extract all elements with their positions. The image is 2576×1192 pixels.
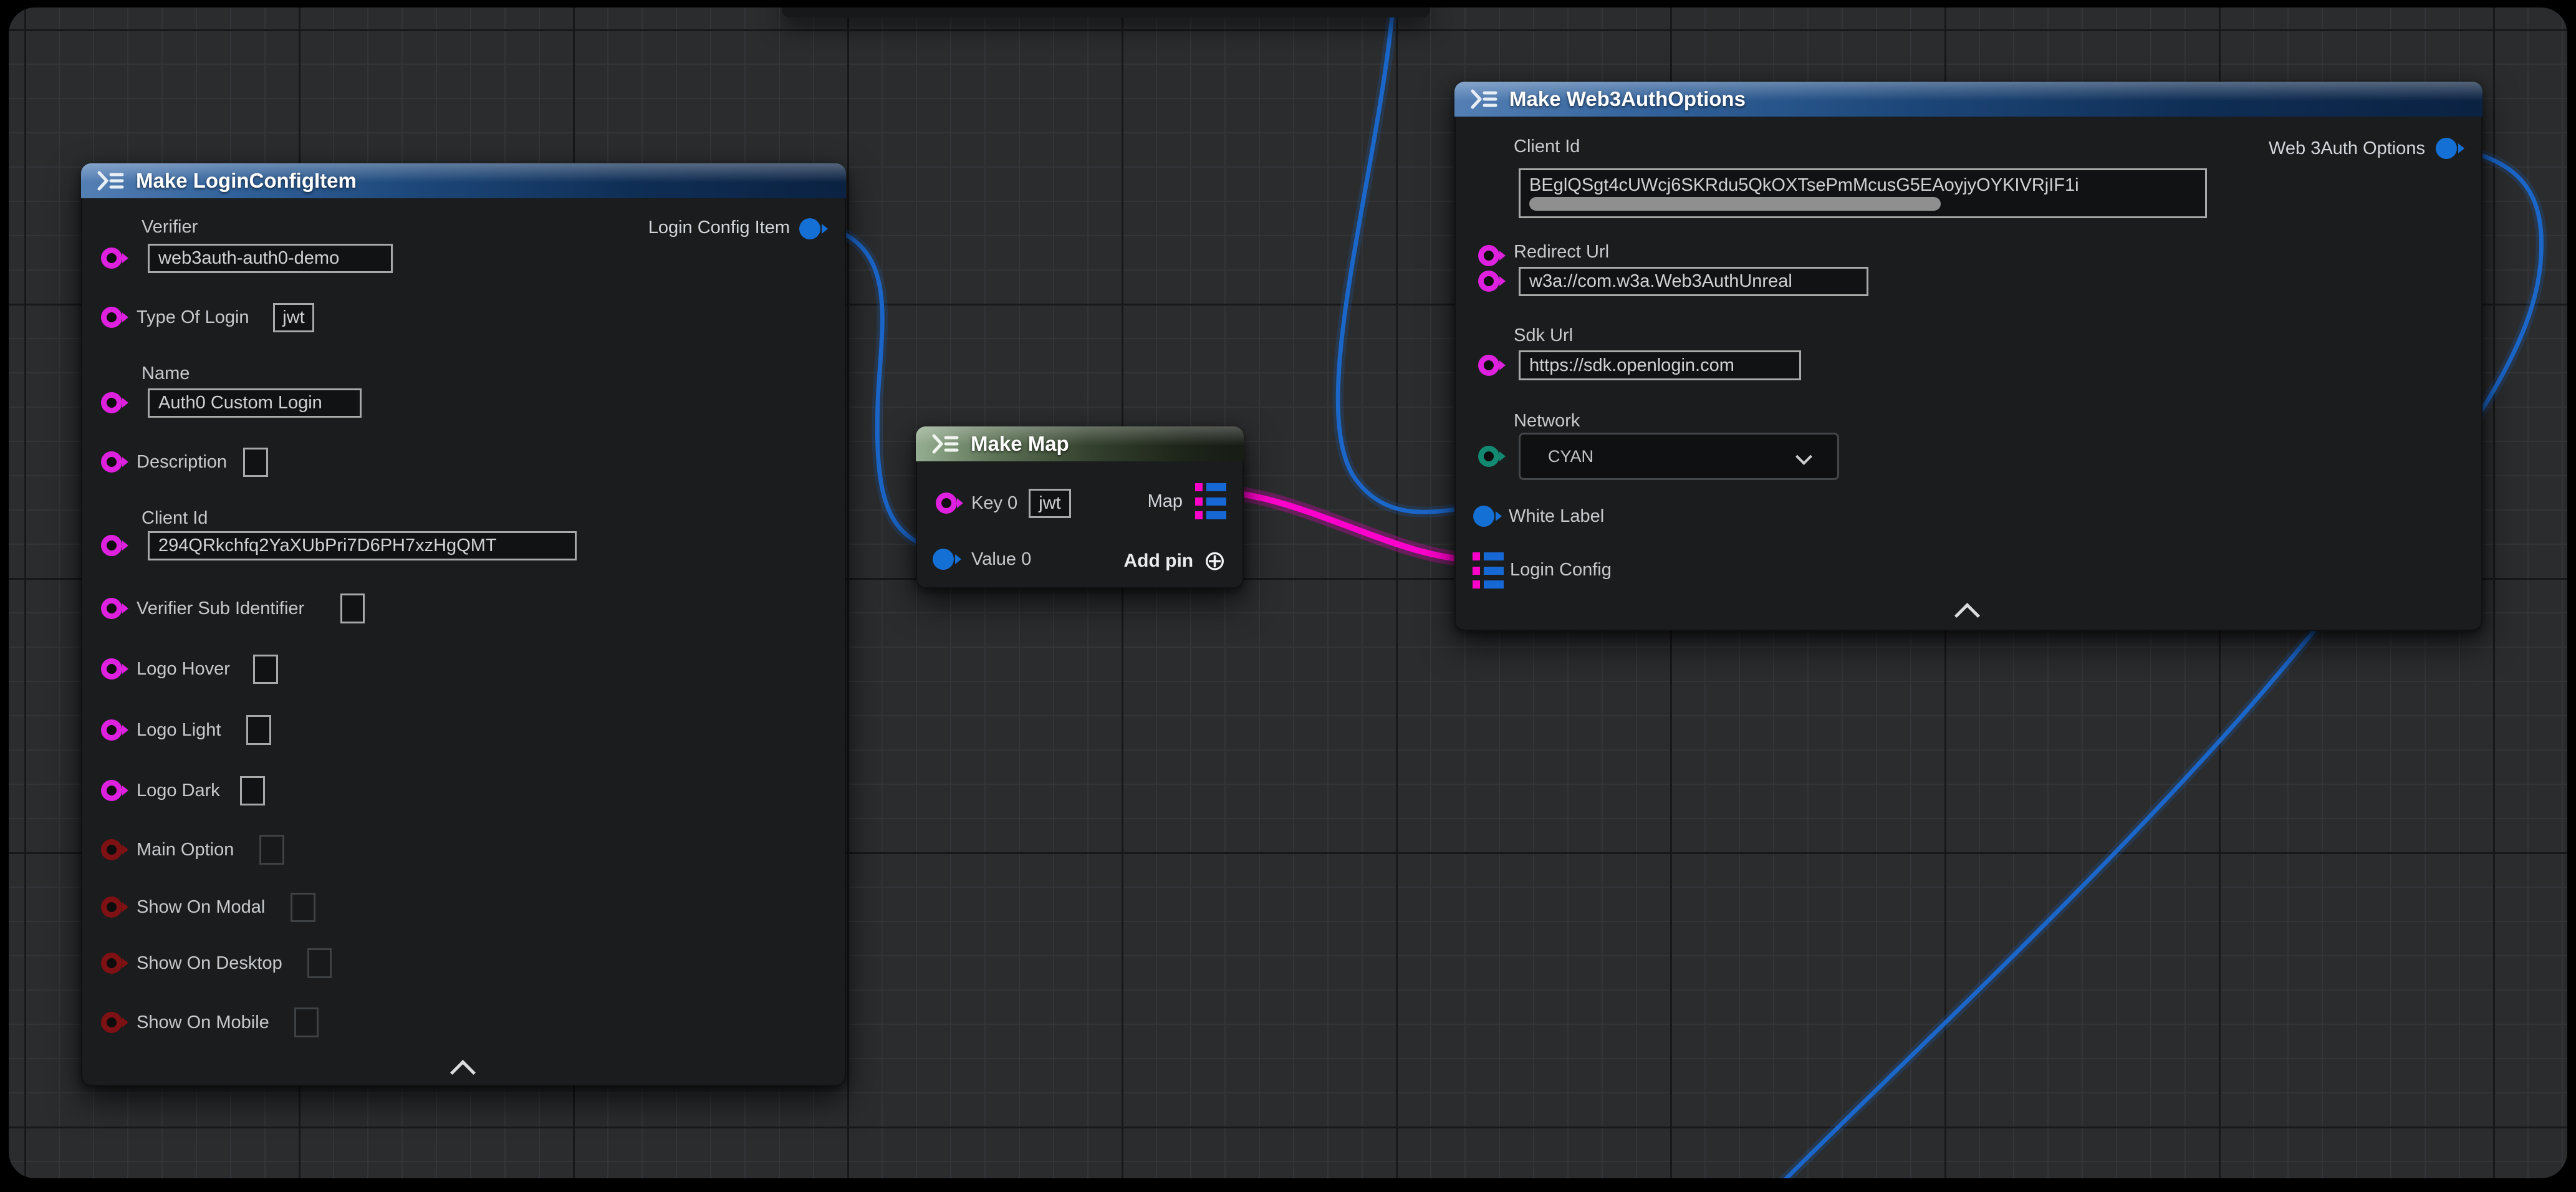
sdk-url-label: Sdk Url (1514, 326, 1573, 346)
login-config-item-output-pin[interactable] (799, 218, 820, 239)
key0-pin[interactable] (936, 493, 957, 514)
sdk-url-input[interactable]: https://sdk.openlogin.com (1519, 350, 1801, 380)
type-of-login-pin[interactable] (101, 307, 122, 328)
login-config-label: Login Config (1510, 560, 1612, 580)
show-on-modal-pin[interactable] (101, 896, 122, 918)
logo-dark-pin[interactable] (101, 780, 122, 801)
make-loginconfigitem-node[interactable]: Make LoginConfigItem Login Config Item V… (81, 163, 846, 1086)
name-input[interactable]: Auth0 Custom Login (148, 388, 362, 418)
client-id-pin[interactable] (1478, 245, 1499, 266)
show-on-modal-checkbox[interactable] (291, 893, 315, 922)
name-pin[interactable] (101, 392, 122, 413)
make-map-icon (931, 433, 959, 455)
network-pin[interactable] (1478, 446, 1499, 467)
verifier-sub-identifier-input[interactable] (340, 594, 365, 623)
verifier-input[interactable]: web3auth-auth0-demo (148, 244, 393, 273)
main-option-checkbox[interactable] (259, 835, 284, 865)
web3auth-options-output-pin[interactable] (2436, 138, 2457, 159)
verifier-sub-identifier-label: Verifier Sub Identifier (137, 599, 304, 619)
redirect-url-label: Redirect Url (1514, 243, 1609, 262)
make-struct-icon (1469, 88, 1498, 110)
type-of-login-input[interactable]: jwt (273, 303, 314, 332)
show-on-mobile-label: Show On Mobile (137, 1013, 269, 1033)
node-header[interactable]: Make Web3AuthOptions (1454, 82, 2482, 117)
show-on-desktop-label: Show On Desktop (137, 954, 282, 974)
offscreen-node-partial[interactable] (782, 7, 1430, 17)
logo-hover-pin[interactable] (101, 658, 122, 680)
verifier-pin[interactable] (101, 248, 122, 269)
value0-pin[interactable] (933, 549, 954, 570)
white-label-pin[interactable] (1473, 506, 1494, 527)
network-selected-value: CYAN (1548, 447, 1593, 466)
client-id-scrollbar[interactable] (1529, 197, 1941, 211)
node-title: Make Web3AuthOptions (1509, 87, 1746, 111)
show-on-mobile-checkbox[interactable] (294, 1007, 319, 1037)
redirect-url-input[interactable]: w3a://com.w3a.Web3AuthUnreal (1519, 267, 1868, 296)
wire-glow (1338, 7, 1469, 512)
make-web3authoptions-node[interactable]: Make Web3AuthOptions Web 3Auth Options C… (1454, 82, 2482, 631)
key0-input[interactable]: jwt (1029, 489, 1071, 518)
verifier-sub-identifier-pin[interactable] (101, 598, 122, 619)
output-pin-label: Web 3Auth Options (2269, 139, 2425, 159)
logo-light-label: Logo Light (137, 721, 221, 741)
client-id-label: Client Id (142, 509, 208, 529)
show-on-desktop-checkbox[interactable] (307, 948, 332, 978)
network-label: Network (1514, 411, 1580, 431)
name-label: Name (142, 364, 190, 384)
description-input[interactable] (243, 448, 268, 477)
logo-light-input[interactable] (246, 715, 271, 745)
map-output-label: Map (1148, 492, 1183, 512)
show-on-desktop-pin[interactable] (101, 953, 122, 974)
client-id-text: BEglQSgt4cUWcj6SKRdu5QkOXTsePmMcusG5EAoy… (1529, 175, 2079, 196)
client-id-input[interactable]: 294QRkchfq2YaXUbPri7D6PH7xzHgQMT (148, 531, 577, 560)
logo-dark-label: Logo Dark (137, 781, 220, 801)
node-header[interactable]: Make LoginConfigItem (81, 163, 846, 198)
show-on-mobile-pin[interactable] (101, 1012, 122, 1033)
node-header[interactable]: Make Map (916, 426, 1244, 461)
key0-label: Key 0 (971, 494, 1017, 514)
main-option-pin[interactable] (101, 839, 122, 860)
redirect-url-pin[interactable] (1478, 271, 1499, 292)
logo-light-pin[interactable] (101, 719, 122, 741)
show-on-modal-label: Show On Modal (137, 898, 265, 918)
main-option-label: Main Option (137, 840, 234, 860)
add-pin-button[interactable]: Add pin ⊕ (1123, 547, 1226, 575)
network-dropdown[interactable]: CYAN (1519, 433, 1839, 480)
map-output-pin[interactable] (1195, 483, 1226, 519)
value0-label: Value 0 (971, 550, 1031, 570)
verifier-label: Verifier (142, 218, 198, 238)
blueprint-graph-canvas[interactable]: Make LoginConfigItem Login Config Item V… (9, 7, 2567, 1178)
type-of-login-label: Type Of Login (137, 308, 249, 328)
logo-hover-input[interactable] (253, 655, 278, 684)
chevron-down-icon (1795, 448, 1812, 465)
white-label-label: White Label (1509, 507, 1604, 527)
sdk-url-pin[interactable] (1478, 355, 1499, 376)
client-id-pin[interactable] (101, 535, 122, 556)
logo-hover-label: Logo Hover (137, 660, 230, 680)
login-config-pin[interactable] (1473, 552, 1504, 589)
node-title: Make LoginConfigItem (136, 169, 357, 193)
description-label: Description (137, 453, 227, 473)
make-map-node[interactable]: Make Map Key 0 jwt Map Value 0 Add pin ⊕ (916, 426, 1244, 589)
client-id-label: Client Id (1514, 137, 1580, 157)
add-pin-plus-icon: ⊕ (1203, 547, 1226, 575)
client-id-input[interactable]: BEglQSgt4cUWcj6SKRdu5QkOXTsePmMcusG5EAoy… (1519, 168, 2207, 218)
logo-dark-input[interactable] (240, 776, 265, 805)
add-pin-label: Add pin (1123, 550, 1193, 572)
description-pin[interactable] (101, 451, 122, 473)
node-title: Make Map (971, 432, 1069, 456)
make-struct-icon (96, 170, 125, 192)
collapse-node-chevron-icon[interactable] (450, 1060, 476, 1085)
output-pin-label: Login Config Item (648, 218, 790, 238)
collapse-node-chevron-icon[interactable] (1954, 603, 1980, 628)
